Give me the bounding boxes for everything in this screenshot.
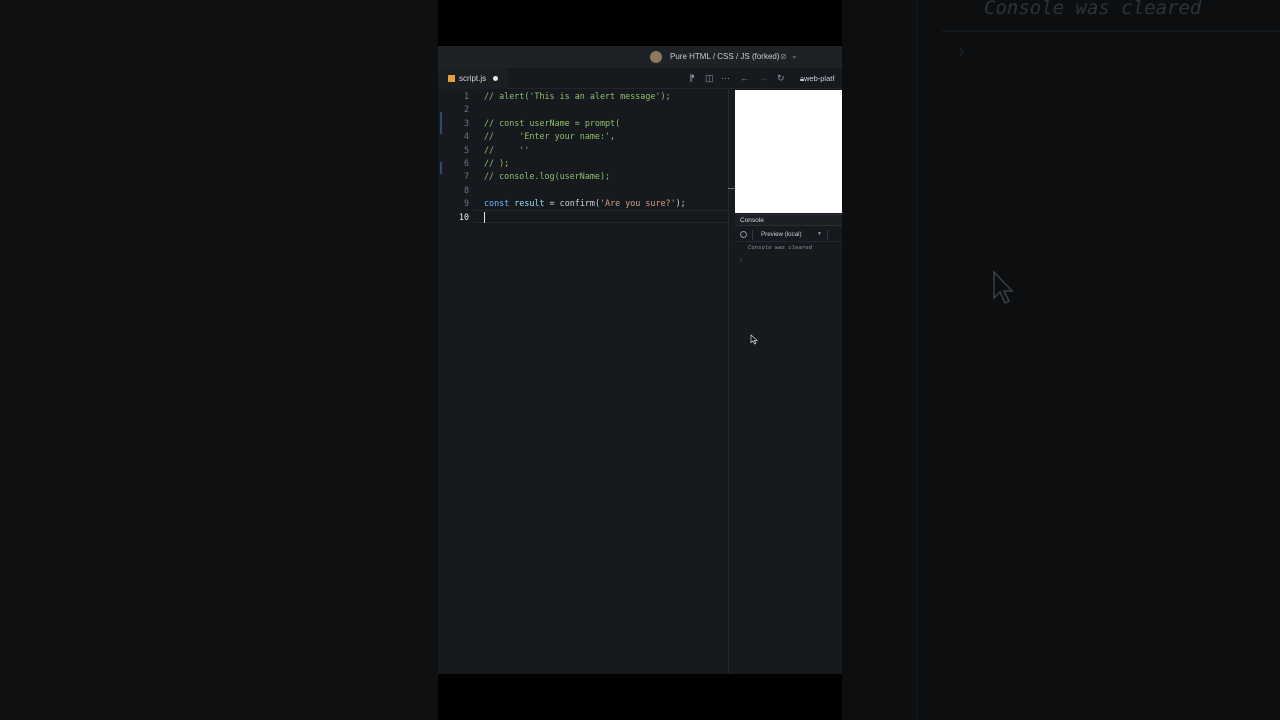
code-line: 5 // '' [438,144,728,157]
mouse-cursor-icon [750,332,758,350]
tab-bar: script.js ⁋ ◫ ⋯ ← → ↻ 🔒︎web-platf [438,68,842,89]
backdrop-right: Console was cleared › [842,0,1280,720]
identifier-token: result [509,198,545,209]
title-bar: Pure HTML / CSS / JS (forked) ⊘ ⌄ [438,46,842,68]
code-line: 7 // console.log(userName); [438,170,728,183]
string-token: 'Are you sure?' [600,198,676,209]
text-caret [484,212,485,223]
prettier-icon[interactable]: ⁋ [689,73,695,84]
javascript-file-icon [448,75,455,82]
console-prompt-icon[interactable]: > [739,258,743,264]
preview-pane[interactable] [735,90,842,213]
code-line: 9 const result = confirm('Are you sure?'… [438,197,728,210]
code-line: 2 [438,103,728,116]
ghost-console-message: Console was cleared [984,0,1202,19]
operator-token: = [544,198,560,209]
code-sandbox-window: Pure HTML / CSS / JS (forked) ⊘ ⌄ script… [438,46,842,674]
reload-icon[interactable]: ↻ [777,73,785,84]
chevron-down-icon[interactable]: ⌄ [791,51,798,60]
console-tab[interactable]: Console [740,217,764,224]
forward-arrow-icon[interactable]: → [759,73,768,83]
large-cursor-icon [992,270,1016,311]
code-line: 3 // const userName = prompt( [438,117,728,130]
line-number: 3 [463,117,469,128]
code-line: 8 [438,184,728,197]
line-code: // '' [484,144,530,155]
tab-label: script.js [459,74,487,83]
more-options-icon[interactable]: ⋯ [721,73,730,84]
backdrop-left [0,0,438,720]
code-line: 10 [438,211,728,224]
ghost-divider [916,0,918,720]
keyword-token: const [484,198,510,209]
line-number: 9 [463,198,469,209]
code-editor[interactable]: 1 // alert('This is an alert message'); … [438,90,728,674]
dropdown-arrow-icon[interactable]: ▼ [817,231,822,237]
line-number: 7 [463,171,469,182]
line-number: 1 [463,91,469,101]
line-number: 8 [463,184,469,195]
pane-splitter[interactable] [728,90,729,674]
line-code: // console.log(userName); [484,171,611,182]
punctuation-token: ); [675,198,686,209]
code-line: 4 // 'Enter your name:', [438,130,728,143]
ghost-separator [942,30,1280,32]
line-number: 5 [463,144,469,155]
code-line: 6 // ); [438,157,728,170]
project-avatar-icon[interactable] [650,51,662,63]
function-token: confirm( [559,198,600,209]
tab-script-js[interactable]: script.js [438,68,508,89]
console-message: Console was cleared [748,245,812,251]
ghost-prompt-icon: › [958,40,965,62]
console-toolbar: Preview (local) ▼ [735,228,842,242]
preview-url[interactable]: 🔒︎web-platf [800,74,834,84]
clear-console-icon[interactable] [740,231,747,238]
line-number: 10 [458,211,469,222]
toolbar-divider [827,230,828,240]
console-context-select[interactable]: Preview (local) [761,231,802,238]
split-view-icon[interactable]: ◫ [705,73,714,84]
line-number: 2 [463,104,469,115]
line-number: 4 [463,131,469,142]
visibility-off-icon[interactable]: ⊘ [780,52,787,61]
line-code: // 'Enter your name:', [484,131,616,142]
line-code: const result = confirm('Are you sure?'); [484,198,686,208]
toolbar-divider [752,230,753,240]
console-output[interactable]: Console was cleared > [735,243,842,674]
unsaved-indicator-icon[interactable] [493,76,498,81]
preview-url-text: web-platf [804,74,835,83]
code-line: 1 // alert('This is an alert message'); [438,90,728,103]
console-header: Console [735,214,842,226]
project-title[interactable]: Pure HTML / CSS / JS (forked) [670,52,780,61]
line-code: // alert('This is an alert message'); [484,91,671,101]
line-code: // ); [484,158,510,168]
line-number: 6 [463,158,469,168]
line-code: // const userName = prompt( [484,117,621,128]
back-arrow-icon[interactable]: ← [740,73,749,83]
